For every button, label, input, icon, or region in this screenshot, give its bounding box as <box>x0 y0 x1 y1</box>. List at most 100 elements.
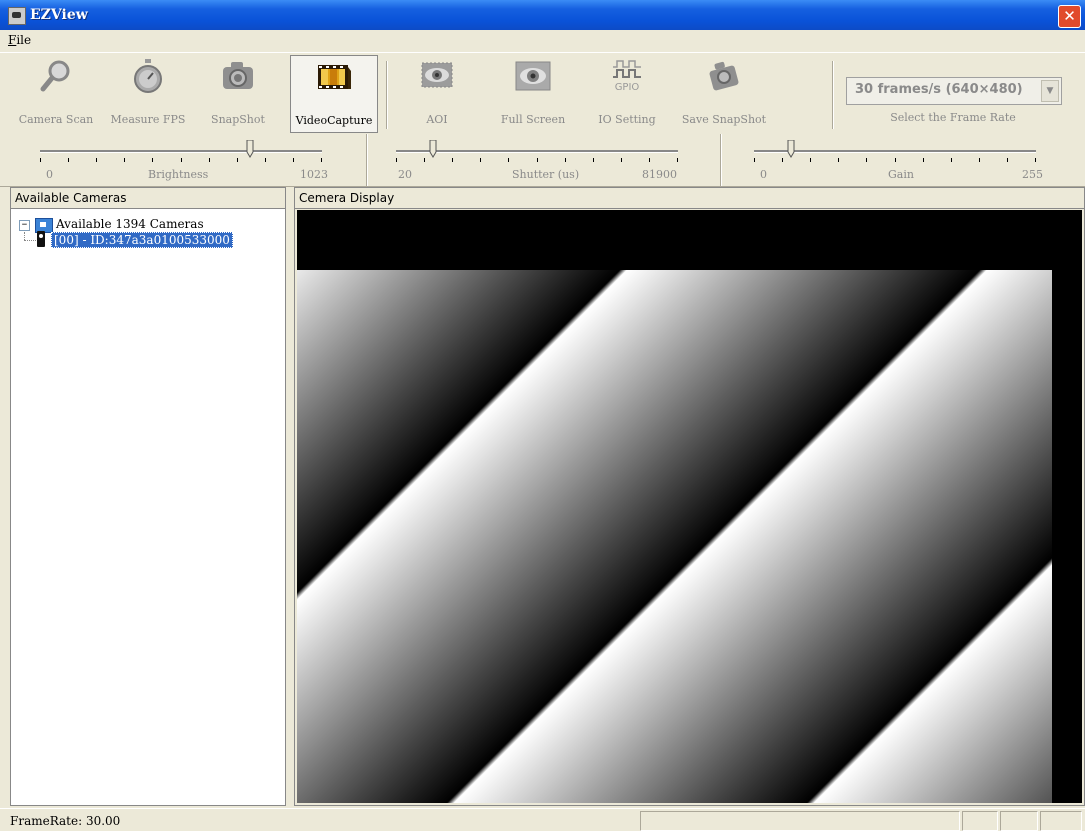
toolbar-separator <box>832 61 834 129</box>
videocapture-label: VideoCapture <box>295 114 373 127</box>
slider-ticks <box>40 158 322 163</box>
measure-fps-button[interactable]: Measure FPS <box>108 55 188 131</box>
shutter-min: 20 <box>398 168 412 181</box>
menu-bar: File <box>0 30 1085 52</box>
brightness-max: 1023 <box>300 168 328 181</box>
io-setting-button[interactable]: GPIO IO Setting <box>590 55 664 131</box>
slider-track <box>40 150 322 153</box>
slider-tick <box>677 158 678 162</box>
slider-tick <box>124 158 126 162</box>
camera-scan-button[interactable]: Camera Scan <box>14 55 98 131</box>
title-bar: EZView ✕ <box>0 0 1085 30</box>
gain-min: 0 <box>760 168 767 181</box>
stopwatch-icon <box>134 59 162 93</box>
framerate-status: FrameRate: 30.00 <box>10 814 121 828</box>
slider-separator <box>366 134 368 186</box>
measure-fps-label: Measure FPS <box>110 113 186 126</box>
full-screen-label: Full Screen <box>500 113 566 126</box>
slider-tick <box>292 158 294 162</box>
tree-connector <box>24 232 26 240</box>
slider-tick <box>894 158 896 162</box>
brightness-label: Brightness <box>148 168 209 181</box>
slider-tick <box>40 158 41 162</box>
eye-aoi-icon <box>421 62 453 88</box>
gpio-icon: GPIO <box>613 60 641 93</box>
slider-tick <box>208 158 210 162</box>
aoi-label: AOI <box>426 113 448 126</box>
status-bar: FrameRate: 30.00 <box>0 808 1085 831</box>
window-title: EZView <box>30 7 88 23</box>
available-cameras-panel: Available Cameras − Available 1394 Camer… <box>10 187 286 806</box>
slider-thumb[interactable] <box>787 140 795 158</box>
slider-tick <box>264 158 266 162</box>
slider-tick <box>1035 158 1036 162</box>
shutter-label: Shutter (us) <box>512 168 580 181</box>
menu-file[interactable]: File <box>8 33 31 47</box>
shutter-slider[interactable]: 20 Shutter (us) 81900 <box>396 134 678 186</box>
slider-bar: 0 Brightness 1023 20 Shutter (us) 81900 … <box>0 134 1085 187</box>
videocapture-button[interactable]: VideoCapture <box>290 55 378 133</box>
camera-list-item[interactable]: [00] - ID:347a3a0100533000 <box>51 232 233 248</box>
film-reel-icon <box>318 65 351 89</box>
app-icon <box>8 7 26 25</box>
tree-root-label: Available 1394 Cameras <box>56 217 204 231</box>
status-pane <box>640 811 960 831</box>
slider-tick <box>452 158 454 162</box>
status-pane <box>962 811 998 831</box>
full-screen-button[interactable]: Full Screen <box>494 55 572 131</box>
magnifier-icon <box>40 60 70 92</box>
camera-icon <box>223 62 253 89</box>
gain-max: 255 <box>1022 168 1043 181</box>
slider-tick <box>810 158 812 162</box>
available-cameras-header: Available Cameras <box>11 188 285 209</box>
slider-ticks <box>754 158 1036 163</box>
slider-thumb[interactable] <box>246 140 254 158</box>
snapshot-button[interactable]: SnapShot <box>202 55 274 131</box>
collapse-icon[interactable]: − <box>19 220 30 231</box>
aoi-button[interactable]: AOI <box>404 55 470 131</box>
chevron-down-icon[interactable]: ▼ <box>1041 80 1059 102</box>
slider-tick <box>396 158 397 162</box>
slider-separator <box>720 134 722 186</box>
io-setting-label: IO Setting <box>598 113 656 126</box>
eye-fullscreen-icon <box>515 61 551 91</box>
shutter-max: 81900 <box>642 168 677 181</box>
toolbar-separator <box>386 61 388 129</box>
tree-connector <box>24 240 36 242</box>
slider-tick <box>950 158 952 162</box>
slider-tick <box>866 158 868 162</box>
gpio-text: GPIO <box>615 82 640 93</box>
slider-tick <box>508 158 510 162</box>
camera-device-icon <box>37 231 45 247</box>
slider-tick <box>922 158 924 162</box>
slider-tick <box>648 158 650 162</box>
frame-rate-select[interactable]: 30 frames/s (640×480) ▼ <box>846 77 1062 105</box>
status-pane <box>1040 811 1082 831</box>
frame-rate-caption: Select the Frame Rate <box>890 111 1016 124</box>
save-snapshot-button[interactable]: Save SnapShot <box>676 55 772 131</box>
camera-display-view[interactable] <box>297 210 1082 803</box>
slider-thumb[interactable] <box>429 140 437 158</box>
brightness-slider[interactable]: 0 Brightness 1023 <box>40 134 328 186</box>
slider-tick <box>180 158 182 162</box>
frame-rate-value: 30 frames/s (640×480) <box>855 82 1023 97</box>
close-button[interactable]: ✕ <box>1058 5 1081 28</box>
slider-tick <box>236 158 238 162</box>
camera-display-header: Cemera Display <box>295 188 1084 209</box>
slider-tick <box>96 158 98 162</box>
slider-tick <box>838 158 840 162</box>
slider-tick <box>536 158 538 162</box>
gain-label: Gain <box>888 168 914 181</box>
slider-tick <box>424 158 426 162</box>
slider-tick <box>68 158 70 162</box>
gain-slider[interactable]: 0 Gain 255 <box>754 134 1043 186</box>
camera-scan-label: Camera Scan <box>18 113 94 126</box>
slider-tick <box>620 158 622 162</box>
slider-track <box>396 150 678 153</box>
slider-tick <box>321 158 322 162</box>
slider-ticks <box>396 158 678 163</box>
slider-tick <box>1006 158 1008 162</box>
save-snapshot-label: Save SnapShot <box>681 113 767 126</box>
slider-tick <box>564 158 566 162</box>
brightness-min: 0 <box>46 168 53 181</box>
